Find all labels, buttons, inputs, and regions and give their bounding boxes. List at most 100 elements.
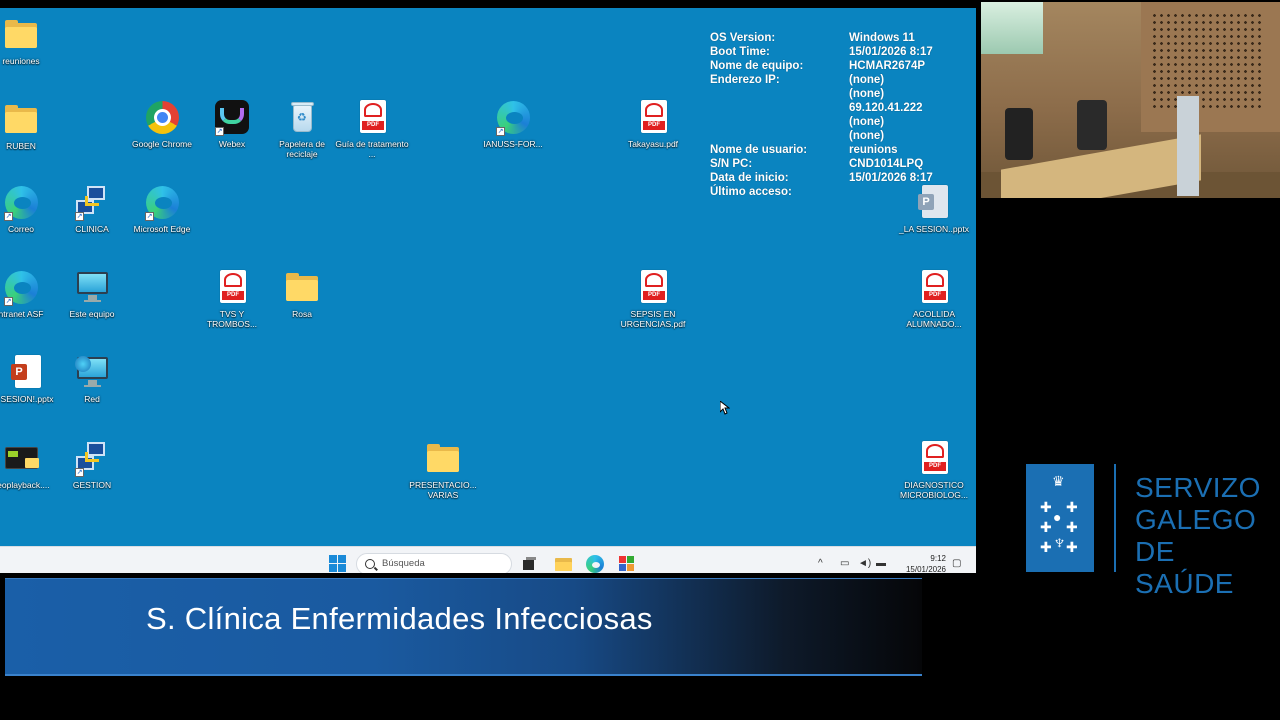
desktop-icon-intranet[interactable]: ↗ ntranet ASF xyxy=(0,269,58,319)
icon-label: DIAGNOSTICO MICROBIOLOG... xyxy=(899,480,968,500)
icon-label: Rosa xyxy=(292,309,312,319)
search-placeholder: Búsqueda xyxy=(382,558,425,569)
icon-label: Correo xyxy=(8,224,34,234)
icon-label: Webex xyxy=(218,139,246,149)
desktop-icon-reuniones[interactable]: reuniones xyxy=(0,16,58,66)
pdf-file-icon: PDF xyxy=(213,269,251,307)
session-title-banner: S. Clínica Enfermidades Infecciosas xyxy=(5,578,922,676)
taskbar-clock[interactable]: 9:12 15/01/2026 xyxy=(886,553,946,573)
sergas-emblem-icon: ♛ ✚ ✚ ✚ ● ✚ ✚ ♆ ✚ xyxy=(1026,464,1094,572)
desktop-icon-gestion[interactable]: ↗ GESTION xyxy=(55,440,129,490)
desktop-icon-google-chrome[interactable]: Google Chrome xyxy=(125,99,199,149)
system-info-panel: OS Version: Windows 11 Boot Time: 15/01/20… xyxy=(710,31,933,199)
sysinfo-row: (none) xyxy=(849,130,885,142)
webex-icon: ↗ xyxy=(213,99,251,137)
start-button[interactable] xyxy=(329,555,347,573)
network-icon xyxy=(73,354,111,392)
computer-icon xyxy=(73,269,111,307)
icon-label: RUBEN xyxy=(6,141,36,151)
sysinfo-row: Nome de equipo: HCMAR2674P xyxy=(710,60,926,72)
logo-line: GALEGO xyxy=(1135,504,1257,535)
edge-taskbar-icon[interactable] xyxy=(586,555,604,573)
icon-label: TVS Y TROMBOS... xyxy=(206,309,258,329)
chevron-up-icon[interactable]: ^ xyxy=(818,558,823,569)
pdf-file-icon: PDF xyxy=(915,269,953,307)
icon-label: reuniones xyxy=(2,56,40,66)
desktop-icon-ianuss[interactable]: ↗ IANUSS-FOR... xyxy=(476,99,550,149)
sysinfo-row: 69.120.41.222 xyxy=(849,102,923,114)
banner-title: S. Clínica Enfermidades Infecciosas xyxy=(146,601,653,636)
pdf-file-icon: PDF xyxy=(634,269,672,307)
desktop-icon-diagnostico-microbiologico[interactable]: PDF DIAGNOSTICO MICROBIOLOG... xyxy=(897,440,971,500)
recycle-bin-icon: ♻ xyxy=(283,99,321,137)
icon-label: Red xyxy=(84,394,100,404)
sysinfo-row: Nome de usuario: reunions xyxy=(710,144,898,156)
edge-icon: ↗ xyxy=(2,184,40,222)
desktop-icon-guia-tratamento[interactable]: PDF Guía de tratamento ... xyxy=(335,99,409,159)
desktop-icon-videoplayback[interactable]: deoplayback.... xyxy=(0,440,58,490)
icon-label: Este equipo xyxy=(69,309,115,319)
camera-feed xyxy=(981,2,1280,198)
pdf-file-icon: PDF xyxy=(634,99,672,137)
taskbar: Búsqueda ^ ▭ ◄) ▬ 9:12 15/01/2026 ▢ xyxy=(0,546,976,573)
store-app-icon[interactable] xyxy=(618,555,636,573)
desktop: reuniones RUBEN Google Chrome ↗ Webex ♻ … xyxy=(0,8,976,573)
sysinfo-row: (none) xyxy=(849,88,885,100)
video-file-icon xyxy=(2,440,40,478)
desktop-icon-presentaciones-varias[interactable]: PRESENTACIO... VARIAS xyxy=(406,440,480,500)
desktop-icon-tvs-trombos[interactable]: PDF TVS Y TROMBOS... xyxy=(195,269,269,329)
folder-icon xyxy=(2,16,40,54)
volume-icon[interactable]: ◄) xyxy=(858,558,871,569)
icon-label: Google Chrome xyxy=(131,139,192,149)
taskbar-search-box[interactable]: Búsqueda xyxy=(356,553,512,573)
desktop-icon-ruben[interactable]: RUBEN xyxy=(0,101,58,151)
pdf-file-icon: PDF xyxy=(915,440,953,478)
network-tray-icon[interactable]: ▭ xyxy=(840,558,849,569)
icon-label: _LA SESION..pptx xyxy=(899,224,969,234)
icon-label: ACOLLIDA ALUMNADO... xyxy=(906,309,962,329)
desktop-icon-clinica[interactable]: ↗ CLINICA xyxy=(55,184,129,234)
desktop-icon-red[interactable]: Red xyxy=(55,354,129,404)
folder-icon xyxy=(2,101,40,139)
desktop-icon-rosa[interactable]: Rosa xyxy=(265,269,339,319)
icon-label: PRESENTACIO... VARIAS xyxy=(409,480,477,500)
task-view-icon[interactable] xyxy=(522,557,536,571)
clock-time: 9:12 xyxy=(930,554,946,563)
icon-label: Takayasu.pdf xyxy=(627,139,679,149)
desktop-icon-recycle-bin[interactable]: ♻ Papelera de reciclaje xyxy=(265,99,339,159)
desktop-icon-sepsis-urgencias[interactable]: PDF SEPSIS EN URGENCIAS.pdf xyxy=(616,269,690,329)
icon-label: Papelera de reciclaje xyxy=(279,139,325,159)
desktop-icon-microsoft-edge[interactable]: ↗ Microsoft Edge xyxy=(125,184,199,234)
pdf-file-icon: PDF xyxy=(353,99,391,137)
icon-label: deoplayback.... xyxy=(0,480,50,490)
edge-icon: ↗ xyxy=(143,184,181,222)
desktop-icon-webex[interactable]: ↗ Webex xyxy=(195,99,269,149)
icon-label: Microsoft Edge xyxy=(133,224,191,234)
notifications-icon[interactable]: ▢ xyxy=(952,558,961,569)
sysinfo-row: Boot Time: 15/01/2026 8:17 xyxy=(710,46,933,58)
sysinfo-row: (none) xyxy=(849,116,885,128)
file-explorer-icon[interactable] xyxy=(555,555,573,573)
folder-icon xyxy=(424,440,462,478)
remote-desktop-icon: ↗ xyxy=(73,184,111,222)
icon-label: GESTION xyxy=(72,480,112,490)
sysinfo-row: Data de inicio: 15/01/2026 8:17 xyxy=(710,172,933,184)
desktop-icon-takayasu[interactable]: PDF Takayasu.pdf xyxy=(616,99,690,149)
logo-line: DE SAÚDE xyxy=(1135,536,1234,599)
search-icon xyxy=(365,559,375,569)
folder-icon xyxy=(283,269,321,307)
logo-line: SERVIZO xyxy=(1135,472,1261,503)
desktop-icon-acollida-alumnado[interactable]: PDF ACOLLIDA ALUMNADO... xyxy=(897,269,971,329)
sergas-logo-text: SERVIZO GALEGO DE SAÚDE xyxy=(1135,472,1280,600)
edge-icon: ↗ xyxy=(2,269,40,307)
sysinfo-row: Enderezo IP: (none) xyxy=(710,74,885,86)
sysinfo-row: OS Version: Windows 11 xyxy=(710,32,915,44)
desktop-icon-este-equipo[interactable]: Este equipo xyxy=(55,269,129,319)
sysinfo-row: S/N PC: CND1014LPQ xyxy=(710,158,924,170)
chrome-icon xyxy=(143,99,181,137)
edge-icon: ↗ xyxy=(494,99,532,137)
battery-icon[interactable]: ▬ xyxy=(876,558,886,569)
icon-label: IANUSS-FOR... xyxy=(483,139,543,149)
icon-label: SEPSIS EN URGENCIAS.pdf xyxy=(620,309,686,329)
desktop-icon-correo[interactable]: ↗ Correo xyxy=(0,184,58,234)
